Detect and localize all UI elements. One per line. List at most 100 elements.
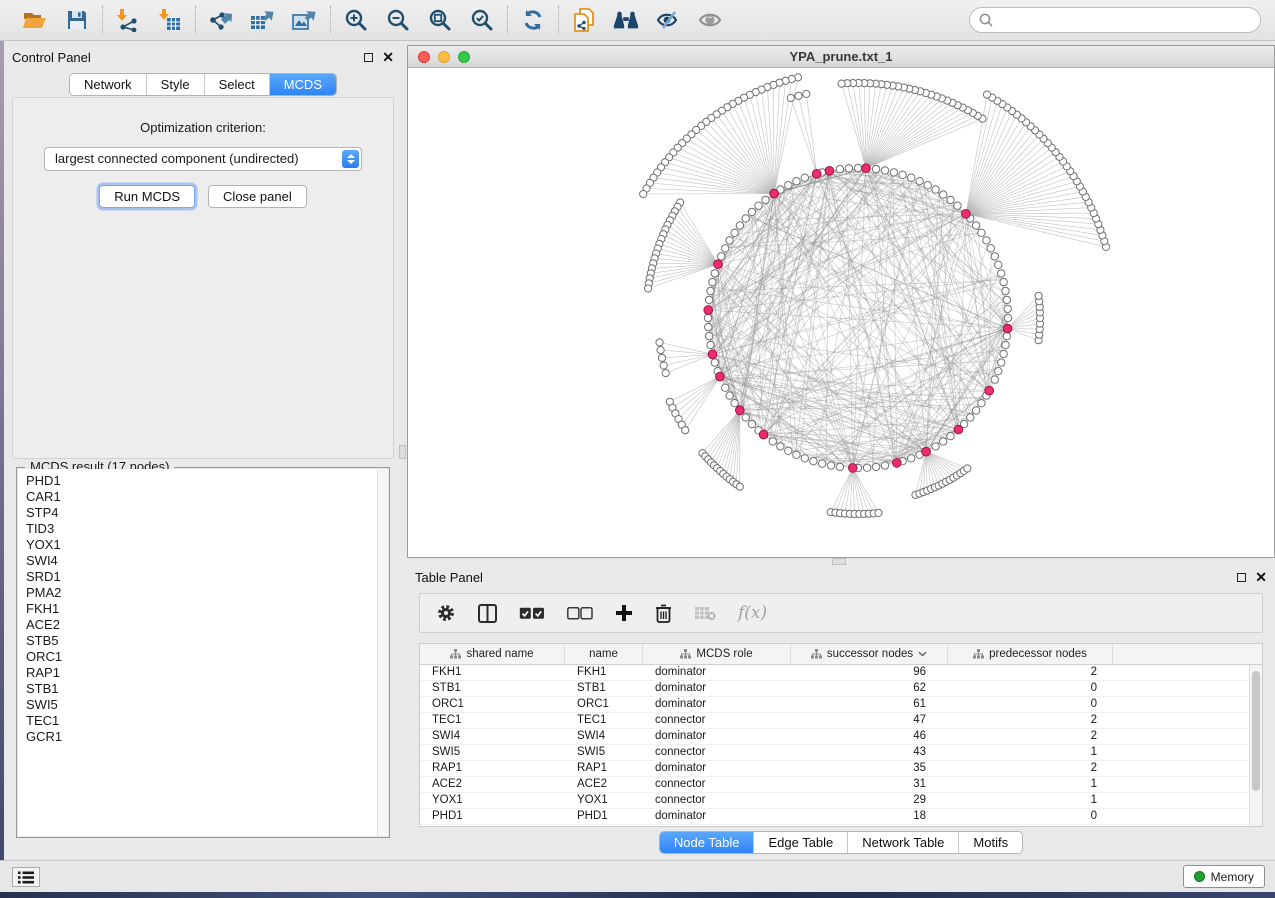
network-canvas[interactable] bbox=[408, 68, 1274, 557]
table-cell: dominator bbox=[643, 761, 791, 776]
table-cell: TEC1 bbox=[565, 713, 643, 728]
table-row[interactable]: STB1STB1dominator620 bbox=[420, 681, 1262, 697]
result-list-item[interactable]: YOX1 bbox=[18, 537, 388, 553]
horizontal-splitter-handle[interactable] bbox=[832, 558, 846, 565]
table-cell: 96 bbox=[791, 665, 948, 680]
export-image-icon[interactable] bbox=[292, 7, 318, 33]
table-cell: connector bbox=[643, 745, 791, 760]
result-list-item[interactable]: PHD1 bbox=[18, 473, 388, 489]
column-header-successor-nodes[interactable]: successor nodes bbox=[791, 644, 948, 664]
result-list-item[interactable]: ORC1 bbox=[18, 649, 388, 665]
zoom-selected-icon[interactable] bbox=[469, 7, 495, 33]
zoom-fit-icon[interactable] bbox=[427, 7, 453, 33]
result-list-item[interactable]: TID3 bbox=[18, 521, 388, 537]
binoculars-search-icon[interactable] bbox=[613, 7, 639, 33]
table-cell: FKH1 bbox=[420, 665, 565, 680]
run-mcds-button[interactable]: Run MCDS bbox=[99, 185, 195, 208]
mcds-result-list[interactable]: PHD1CAR1STP4TID3YOX1SWI4SRD1PMA2FKH1ACE2… bbox=[18, 469, 388, 836]
result-list-item[interactable]: SWI4 bbox=[18, 553, 388, 569]
control-panel-tabs: NetworkStyleSelectMCDS bbox=[69, 73, 337, 96]
clone-network-icon[interactable] bbox=[571, 7, 597, 33]
export-network-icon[interactable] bbox=[208, 7, 234, 33]
table-scrollbar[interactable] bbox=[1249, 665, 1262, 826]
export-table-icon[interactable] bbox=[250, 7, 276, 33]
tab-select[interactable]: Select bbox=[204, 74, 269, 95]
memory-button[interactable]: Memory bbox=[1183, 865, 1265, 888]
table-row[interactable]: ORC1ORC1dominator610 bbox=[420, 697, 1262, 713]
column-header-shared-name[interactable]: shared name bbox=[420, 644, 565, 664]
function-builder-icon: f(x) bbox=[738, 603, 767, 623]
settings-gear-icon[interactable] bbox=[436, 603, 456, 623]
hide-columns-icon[interactable] bbox=[567, 607, 593, 620]
result-list-item[interactable]: STP4 bbox=[18, 505, 388, 521]
table-row[interactable]: SWI4SWI4dominator462 bbox=[420, 729, 1262, 745]
result-list-item[interactable]: RAP1 bbox=[18, 665, 388, 681]
result-list-item[interactable]: ACE2 bbox=[18, 617, 388, 633]
table-row[interactable]: TEC1TEC1connector472 bbox=[420, 713, 1262, 729]
vertical-splitter-handle[interactable] bbox=[399, 445, 406, 459]
tab-motifs[interactable]: Motifs bbox=[958, 832, 1022, 853]
table-panel: Table Panel ✕ f(x) shared bbox=[407, 565, 1275, 855]
result-list-item[interactable]: GCR1 bbox=[18, 729, 388, 745]
column-header-name[interactable]: name bbox=[565, 644, 643, 664]
close-panel-icon[interactable]: ✕ bbox=[382, 52, 394, 62]
result-list-item[interactable]: SWI5 bbox=[18, 697, 388, 713]
tab-style[interactable]: Style bbox=[146, 74, 204, 95]
table-cell: PHD1 bbox=[420, 809, 565, 824]
delete-column-icon[interactable] bbox=[655, 604, 672, 623]
table-row[interactable]: SWI5SWI5connector431 bbox=[420, 745, 1262, 761]
table-panel-title: Table Panel bbox=[415, 570, 483, 585]
memory-label: Memory bbox=[1211, 870, 1254, 884]
tab-edge-table[interactable]: Edge Table bbox=[753, 832, 847, 853]
network-graph[interactable] bbox=[408, 68, 1274, 557]
table-row[interactable]: ACE2ACE2connector311 bbox=[420, 777, 1262, 793]
search-input[interactable] bbox=[994, 10, 1260, 30]
open-file-icon[interactable] bbox=[22, 7, 48, 33]
float-table-panel-icon[interactable] bbox=[1237, 573, 1246, 582]
column-header-MCDS-role[interactable]: MCDS role bbox=[643, 644, 791, 664]
mcds-result-scrollbar[interactable] bbox=[377, 469, 388, 836]
search-field[interactable] bbox=[969, 7, 1261, 33]
float-panel-icon[interactable] bbox=[364, 53, 373, 62]
result-list-item[interactable]: STB5 bbox=[18, 633, 388, 649]
result-list-item[interactable]: TEC1 bbox=[18, 713, 388, 729]
result-list-item[interactable]: FKH1 bbox=[18, 601, 388, 617]
table-row[interactable]: RAP1RAP1dominator352 bbox=[420, 761, 1262, 777]
table-cell: YOX1 bbox=[565, 793, 643, 808]
optimization-criterion-select[interactable]: largest connected component (undirected) bbox=[44, 147, 362, 171]
result-list-item[interactable]: CAR1 bbox=[18, 489, 388, 505]
refresh-icon[interactable] bbox=[520, 7, 546, 33]
table-type-tabs: Node TableEdge TableNetwork TableMotifs bbox=[659, 831, 1023, 854]
zoom-out-icon[interactable] bbox=[385, 7, 411, 33]
zoom-in-icon[interactable] bbox=[343, 7, 369, 33]
result-list-item[interactable]: STB1 bbox=[18, 681, 388, 697]
tab-node-table[interactable]: Node Table bbox=[660, 832, 754, 853]
desktop-wallpaper-bottom-strip bbox=[0, 892, 1275, 898]
close-table-panel-icon[interactable]: ✕ bbox=[1255, 572, 1267, 582]
table-cell: 47 bbox=[791, 713, 948, 728]
result-list-item[interactable]: SRD1 bbox=[18, 569, 388, 585]
column-header-filler bbox=[1113, 644, 1262, 664]
hide-selected-eye-icon[interactable] bbox=[655, 7, 681, 33]
import-table-icon[interactable] bbox=[157, 7, 183, 33]
show-columns-icon[interactable] bbox=[519, 607, 545, 620]
import-network-icon[interactable] bbox=[115, 7, 141, 33]
table-cell: ORC1 bbox=[420, 697, 565, 712]
task-list-icon bbox=[18, 871, 34, 884]
tab-network[interactable]: Network bbox=[70, 74, 146, 95]
add-column-icon[interactable] bbox=[615, 604, 633, 622]
table-row[interactable]: PHD1PHD1dominator180 bbox=[420, 809, 1262, 825]
close-panel-button[interactable]: Close panel bbox=[208, 185, 307, 208]
network-window-titlebar[interactable]: YPA_prune.txt_1 bbox=[408, 46, 1274, 68]
split-column-icon[interactable] bbox=[478, 604, 497, 623]
save-icon[interactable] bbox=[64, 7, 90, 33]
table-scrollbar-thumb[interactable] bbox=[1252, 671, 1260, 791]
task-history-button[interactable] bbox=[12, 867, 40, 887]
column-header-predecessor-nodes[interactable]: predecessor nodes bbox=[948, 644, 1113, 664]
tab-network-table[interactable]: Network Table bbox=[847, 832, 958, 853]
network-window-title: YPA_prune.txt_1 bbox=[408, 49, 1274, 64]
table-row[interactable]: YOX1YOX1connector291 bbox=[420, 793, 1262, 809]
tab-mcds[interactable]: MCDS bbox=[269, 74, 336, 95]
table-row[interactable]: FKH1FKH1dominator962 bbox=[420, 665, 1262, 681]
result-list-item[interactable]: PMA2 bbox=[18, 585, 388, 601]
